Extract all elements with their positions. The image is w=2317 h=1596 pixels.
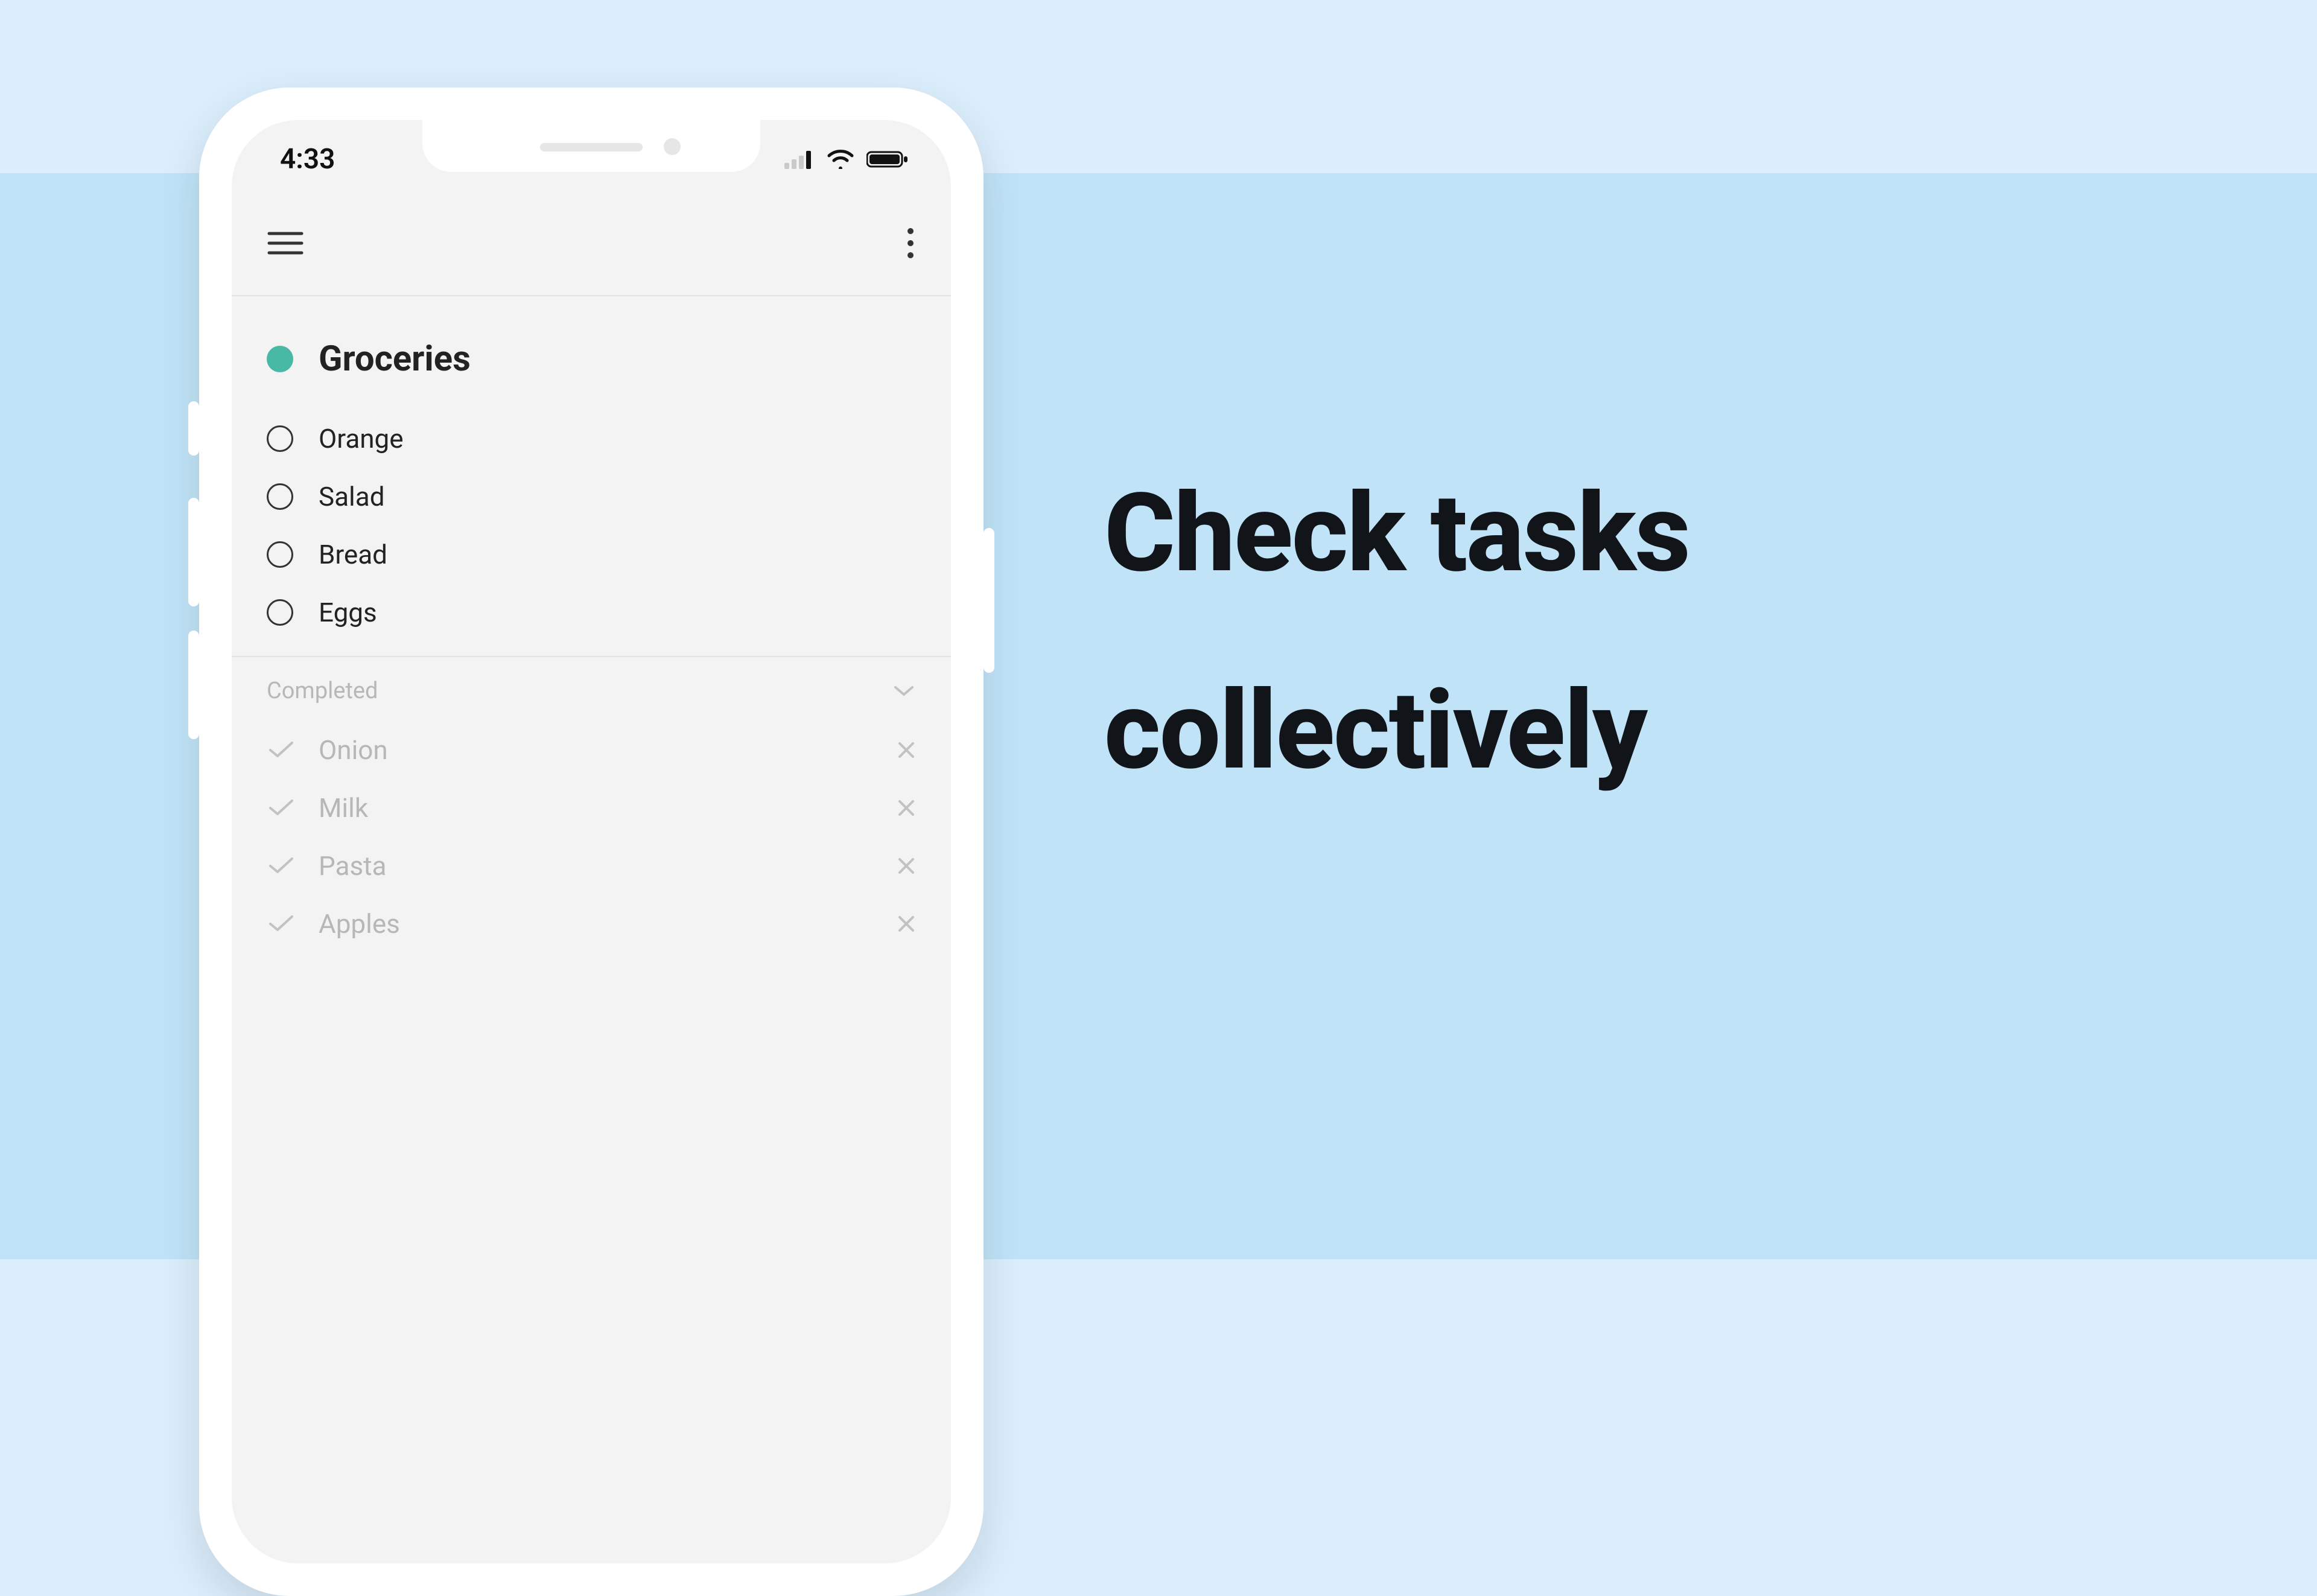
list-color-dot xyxy=(267,346,293,372)
task-checkbox[interactable] xyxy=(267,599,293,626)
phone-side-button xyxy=(188,401,199,456)
check-icon xyxy=(267,740,296,760)
hamburger-icon[interactable] xyxy=(267,229,304,257)
task-checkbox[interactable] xyxy=(267,541,293,568)
delete-icon[interactable] xyxy=(897,914,916,933)
completed-label: Completed xyxy=(267,678,378,704)
completed-header[interactable]: Completed xyxy=(232,657,951,715)
check-icon xyxy=(267,856,296,876)
completed-task-label: Apples xyxy=(319,908,897,939)
battery-icon xyxy=(866,150,909,169)
cellular-icon xyxy=(784,150,815,169)
phone-side-button xyxy=(188,631,199,739)
completed-row[interactable]: Pasta xyxy=(267,837,916,895)
completed-row[interactable]: Apples xyxy=(267,895,916,953)
phone-frame: 4:33 xyxy=(199,87,984,1596)
delete-icon[interactable] xyxy=(897,856,916,876)
list-title: Groceries xyxy=(319,339,471,380)
status-bar: 4:33 xyxy=(232,120,951,199)
task-row[interactable]: Bread xyxy=(267,526,916,583)
phone-screen: 4:33 xyxy=(232,120,951,1563)
wifi-icon xyxy=(827,150,854,169)
phone-side-button xyxy=(188,498,199,606)
chevron-down-icon xyxy=(892,684,916,698)
task-label: Bread xyxy=(319,539,387,570)
list-header: Groceries xyxy=(232,296,951,410)
status-time: 4:33 xyxy=(280,143,335,176)
check-icon xyxy=(267,798,296,818)
completed-task-label: Onion xyxy=(319,734,897,766)
task-label: Salad xyxy=(319,481,385,512)
completed-task-label: Milk xyxy=(319,792,897,824)
task-row[interactable]: Salad xyxy=(267,468,916,526)
completed-row[interactable]: Milk xyxy=(267,779,916,837)
check-icon xyxy=(267,914,296,933)
task-checkbox[interactable] xyxy=(267,483,293,510)
headline-line-2: collectively xyxy=(1104,668,2251,793)
completed-row[interactable]: Onion xyxy=(267,721,916,779)
headline-line-1: Check tasks xyxy=(1104,471,2251,596)
task-checkbox[interactable] xyxy=(267,425,293,452)
task-label: Orange xyxy=(319,423,404,454)
task-row[interactable]: Orange xyxy=(267,410,916,468)
delete-icon[interactable] xyxy=(897,740,916,760)
task-label: Eggs xyxy=(319,597,377,628)
phone-side-button xyxy=(984,528,994,673)
app-bar xyxy=(232,199,951,296)
completed-tasks: Onion Milk xyxy=(232,715,951,959)
kebab-icon[interactable] xyxy=(905,226,916,260)
open-tasks: Orange Salad Bread Eggs xyxy=(232,410,951,641)
delete-icon[interactable] xyxy=(897,798,916,818)
headline: Check tasks collectively xyxy=(1104,471,2251,793)
task-row[interactable]: Eggs xyxy=(267,583,916,641)
completed-task-label: Pasta xyxy=(319,850,897,882)
